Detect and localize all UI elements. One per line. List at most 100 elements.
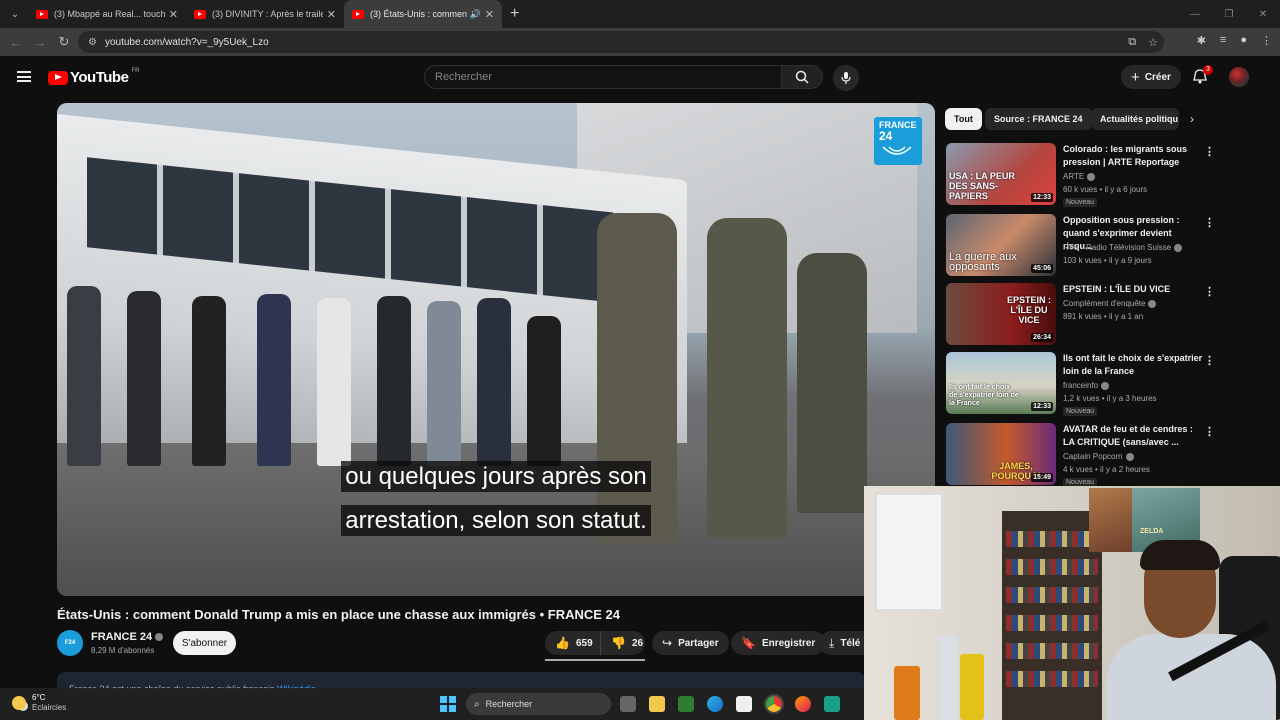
more-options-icon[interactable]: ⋮ (1204, 216, 1215, 229)
chip-all[interactable]: Tout (945, 108, 982, 130)
weather-widget[interactable]: 6°C Eclaircies (12, 693, 66, 713)
browser-tab-bar: ⌄ (3) Mbappé au Real... touché p... ✕ (3… (0, 0, 1280, 28)
bookmark-icon: 🔖 (741, 636, 756, 650)
url-bar[interactable]: ⚙ youtube.com/watch?v=_9y5Uek_Lzo ⧉ ☆ (78, 31, 1164, 53)
thumbs-up-icon: 👍 (555, 636, 570, 650)
site-info-icon[interactable]: ⚙ (88, 37, 97, 48)
save-button[interactable]: 🔖 Enregistrer (731, 631, 826, 655)
browser-tab-2[interactable]: (3) DIVINITY : Après le trailer, L... ✕ (186, 0, 344, 28)
recommendation-item[interactable]: JAMES, POURQUOI 15:49 AVATAR de feu et d… (946, 423, 1218, 487)
rec-title[interactable]: AVATAR de feu et de cendres : LA CRITIQU… (1063, 423, 1203, 449)
save-label: Enregistrer (761, 637, 816, 649)
create-button[interactable]: + Créer (1121, 65, 1181, 89)
menu-icon[interactable] (17, 71, 31, 82)
tab-search-button[interactable]: ⌄ (2, 4, 28, 24)
rec-channel[interactable]: Captain Popcorn (1063, 452, 1134, 461)
extensions-icon[interactable]: ✱ (1197, 34, 1206, 47)
nvidia-icon[interactable] (678, 696, 694, 712)
video-player[interactable]: FRANCE 24 ou quelques jours après son ar… (57, 103, 935, 596)
youtube-favicon-icon (36, 9, 48, 19)
forward-icon[interactable]: → (28, 35, 52, 50)
plus-icon: + (1131, 68, 1140, 86)
rec-channel[interactable]: ARTE (1063, 172, 1096, 181)
rec-title[interactable]: Ils ont fait le choix de s'expatrier loi… (1063, 352, 1203, 378)
rec-channel[interactable]: Complément d'enquête (1063, 299, 1157, 308)
firefox-icon[interactable] (795, 696, 811, 712)
chip-source-france24[interactable]: Source : FRANCE 24 (985, 108, 1092, 130)
address-toolbar: ← → ↻ ⚙ youtube.com/watch?v=_9y5Uek_Lzo … (0, 28, 1280, 56)
reading-list-icon[interactable]: ≡ (1220, 34, 1226, 47)
minimize-icon[interactable]: — (1178, 0, 1212, 28)
recommendation-item[interactable]: La guerre aux opposants 45:06 Opposition… (946, 214, 1218, 276)
youtube-header: YouTube FR Rechercher + Créer 3 (0, 56, 1270, 98)
rec-channel[interactable]: franceinfo (1063, 381, 1110, 390)
chevron-right-icon[interactable]: › (1190, 112, 1194, 126)
account-avatar[interactable] (1229, 67, 1249, 87)
file-explorer-icon[interactable] (649, 696, 665, 712)
reload-icon[interactable]: ↻ (52, 34, 76, 50)
bookmark-star-icon[interactable]: ☆ (1148, 36, 1158, 49)
rec-meta: 4 k vues • il y a 2 heures (1063, 465, 1150, 474)
speaker-icon[interactable]: 🔊 (470, 9, 481, 20)
edge-icon[interactable] (707, 696, 723, 712)
video-thumbnail[interactable]: USA : LA PEUR DES SANS-PAPIERS 12:33 (946, 143, 1056, 205)
voice-search-button[interactable] (833, 65, 859, 91)
search-button[interactable] (781, 65, 823, 89)
more-options-icon[interactable]: ⋮ (1204, 285, 1215, 298)
dislike-button[interactable]: 👎 26 (600, 631, 645, 655)
video-duration: 45:06 (1031, 264, 1053, 273)
channel-name[interactable]: FRANCE 24 (91, 631, 164, 643)
rec-title[interactable]: Colorado : les migrants sous pression | … (1063, 143, 1203, 169)
profile-icon[interactable]: ● (1240, 34, 1247, 47)
recommendation-item[interactable]: Ils ont fait le choix de s'expatrier loi… (946, 352, 1218, 416)
download-button[interactable]: ⤓ Télé (819, 631, 865, 655)
more-options-icon[interactable]: ⋮ (1204, 145, 1215, 158)
browser-tab-1[interactable]: (3) Mbappé au Real... touché p... ✕ (28, 0, 186, 28)
task-view-icon[interactable] (620, 696, 636, 712)
rec-title[interactable]: EPSTEIN : L'ÎLE DU VICE (1063, 283, 1203, 296)
thumbnail-text: USA : LA PEUR DES SANS-PAPIERS (949, 171, 1015, 201)
rec-channel-text: Captain Popcorn (1063, 452, 1123, 461)
install-app-icon[interactable]: ⧉ (1128, 36, 1136, 49)
recommendation-item[interactable]: USA : LA PEUR DES SANS-PAPIERS 12:33 Col… (946, 143, 1218, 207)
video-thumbnail[interactable]: Ils ont fait le choix de s'expatrier loi… (946, 352, 1056, 414)
app-icon[interactable] (824, 696, 840, 712)
channel-avatar[interactable]: F24 (57, 630, 83, 656)
youtube-wordmark: YouTube (70, 69, 129, 86)
notifications-button[interactable]: 3 (1193, 65, 1213, 89)
close-tab-icon[interactable]: ✕ (327, 8, 336, 21)
search-input[interactable]: Rechercher (424, 65, 782, 89)
new-tab-button[interactable]: + (510, 5, 519, 23)
like-button[interactable]: 👍 659 (545, 631, 600, 655)
video-thumbnail[interactable]: JAMES, POURQUOI 15:49 (946, 423, 1056, 485)
more-options-icon[interactable]: ⋮ (1204, 425, 1215, 438)
rec-channel-text: RTS - Radio Télévision Suisse (1063, 243, 1172, 252)
video-thumbnail[interactable]: EPSTEIN : L'ÎLE DU VICE 26:34 (946, 283, 1056, 345)
close-tab-icon[interactable]: ✕ (485, 8, 494, 21)
close-window-icon[interactable]: ✕ (1246, 0, 1280, 28)
weather-condition: Eclaircies (32, 703, 67, 712)
channel-name-text: FRANCE 24 (91, 631, 153, 643)
temperature: 6°C (32, 693, 46, 702)
close-tab-icon[interactable]: ✕ (169, 8, 178, 21)
video-person (377, 296, 411, 466)
thumbnail-text: Ils ont fait le choix de s'expatrier loi… (949, 384, 1019, 407)
more-options-icon[interactable]: ⋮ (1204, 354, 1215, 367)
subscribe-button[interactable]: S'abonner (173, 631, 236, 655)
youtube-logo[interactable]: YouTube FR (48, 68, 139, 86)
store-icon[interactable] (736, 696, 752, 712)
back-icon[interactable]: ← (4, 35, 28, 50)
browser-tab-3-active[interactable]: (3) États-Unis : comment D... 🔊 ✕ (344, 0, 502, 28)
windows-start-icon[interactable] (440, 696, 456, 712)
chrome-icon[interactable] (764, 694, 784, 714)
recommendation-item[interactable]: EPSTEIN : L'ÎLE DU VICE 26:34 EPSTEIN : … (946, 283, 1218, 345)
browser-menu-icon[interactable]: ⋮ (1261, 34, 1272, 47)
maximize-icon[interactable]: ❐ (1212, 0, 1246, 28)
video-thumbnail[interactable]: La guerre aux opposants 45:06 (946, 214, 1056, 276)
chip-political-news[interactable]: Actualités politiqu (1091, 108, 1179, 130)
taskbar-search-label: Rechercher (485, 699, 533, 709)
taskbar-search[interactable]: ⌕ Rechercher (466, 693, 611, 715)
rec-channel[interactable]: RTS - Radio Télévision Suisse (1063, 243, 1183, 252)
verified-icon (1174, 243, 1183, 252)
share-button[interactable]: ↪ Partager (652, 631, 729, 655)
